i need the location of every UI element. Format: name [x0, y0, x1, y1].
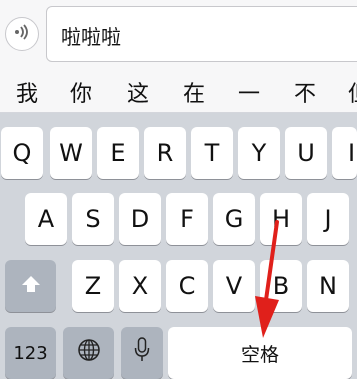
candidate-item[interactable]: 一: [238, 76, 260, 108]
space-key-label: 空格: [240, 343, 279, 366]
key-label: C: [178, 272, 196, 300]
key-w[interactable]: W: [50, 127, 92, 179]
key-i[interactable]: I: [332, 127, 357, 179]
key-label: X: [131, 272, 149, 300]
key-label: R: [156, 139, 174, 167]
key-label: H: [271, 205, 291, 233]
candidate-item[interactable]: 不: [294, 76, 316, 108]
key-label: T: [204, 139, 220, 167]
key-u[interactable]: U: [285, 127, 327, 179]
candidate-item[interactable]: 在: [183, 76, 205, 108]
key-label: J: [324, 205, 332, 233]
shift-arrow-icon: [20, 272, 42, 300]
key-label: I: [348, 139, 356, 167]
key-label: F: [180, 205, 194, 233]
input-text: 啦啦啦: [61, 25, 121, 49]
globe-key[interactable]: [63, 327, 114, 379]
dictation-key[interactable]: [121, 327, 163, 379]
key-h[interactable]: H: [260, 193, 302, 245]
key-d[interactable]: D: [119, 193, 161, 245]
key-b[interactable]: B: [260, 260, 302, 312]
key-label: B: [272, 272, 290, 300]
input-bar: 啦啦啦: [0, 0, 357, 70]
key-label: E: [110, 139, 126, 167]
microphone-icon: [134, 337, 150, 369]
key-label: G: [224, 205, 244, 233]
key-label: Q: [12, 139, 32, 167]
key-label: A: [37, 205, 55, 233]
candidate-item[interactable]: 这: [127, 76, 149, 108]
candidate-item[interactable]: 我: [16, 76, 38, 108]
key-q[interactable]: Q: [1, 127, 43, 179]
key-x[interactable]: X: [119, 260, 161, 312]
key-z[interactable]: Z: [72, 260, 114, 312]
candidate-item[interactable]: 但: [348, 76, 357, 108]
key-r[interactable]: R: [144, 127, 186, 179]
key-v[interactable]: V: [213, 260, 255, 312]
key-label: N: [319, 272, 337, 300]
candidate-item[interactable]: 你: [70, 76, 92, 108]
keyboard: Q W E R T Y U I A S D F G H J Z X C V B …: [0, 113, 357, 379]
key-a[interactable]: A: [25, 193, 67, 245]
key-c[interactable]: C: [166, 260, 208, 312]
space-key[interactable]: 空格: [168, 327, 352, 379]
numbers-key[interactable]: 123: [5, 327, 56, 379]
voice-wave-icon: [13, 23, 31, 45]
key-f[interactable]: F: [166, 193, 208, 245]
key-e[interactable]: E: [97, 127, 139, 179]
voice-input-button[interactable]: [5, 17, 39, 51]
key-j[interactable]: J: [307, 193, 349, 245]
key-label: D: [130, 205, 150, 233]
numbers-key-label: 123: [13, 342, 48, 364]
key-t[interactable]: T: [191, 127, 233, 179]
key-label: W: [59, 139, 83, 167]
globe-icon: [77, 338, 101, 368]
key-g[interactable]: G: [213, 193, 255, 245]
candidate-bar: 我 你 这 在 一 不 但: [0, 70, 357, 113]
key-n[interactable]: N: [307, 260, 349, 312]
shift-key[interactable]: [5, 260, 56, 312]
key-label: S: [85, 205, 101, 233]
key-label: Y: [251, 139, 267, 167]
text-input-field[interactable]: 啦啦啦: [46, 6, 357, 62]
key-y[interactable]: Y: [238, 127, 280, 179]
key-s[interactable]: S: [72, 193, 114, 245]
key-label: Z: [84, 272, 102, 300]
key-label: V: [225, 272, 243, 300]
key-label: U: [297, 139, 315, 167]
